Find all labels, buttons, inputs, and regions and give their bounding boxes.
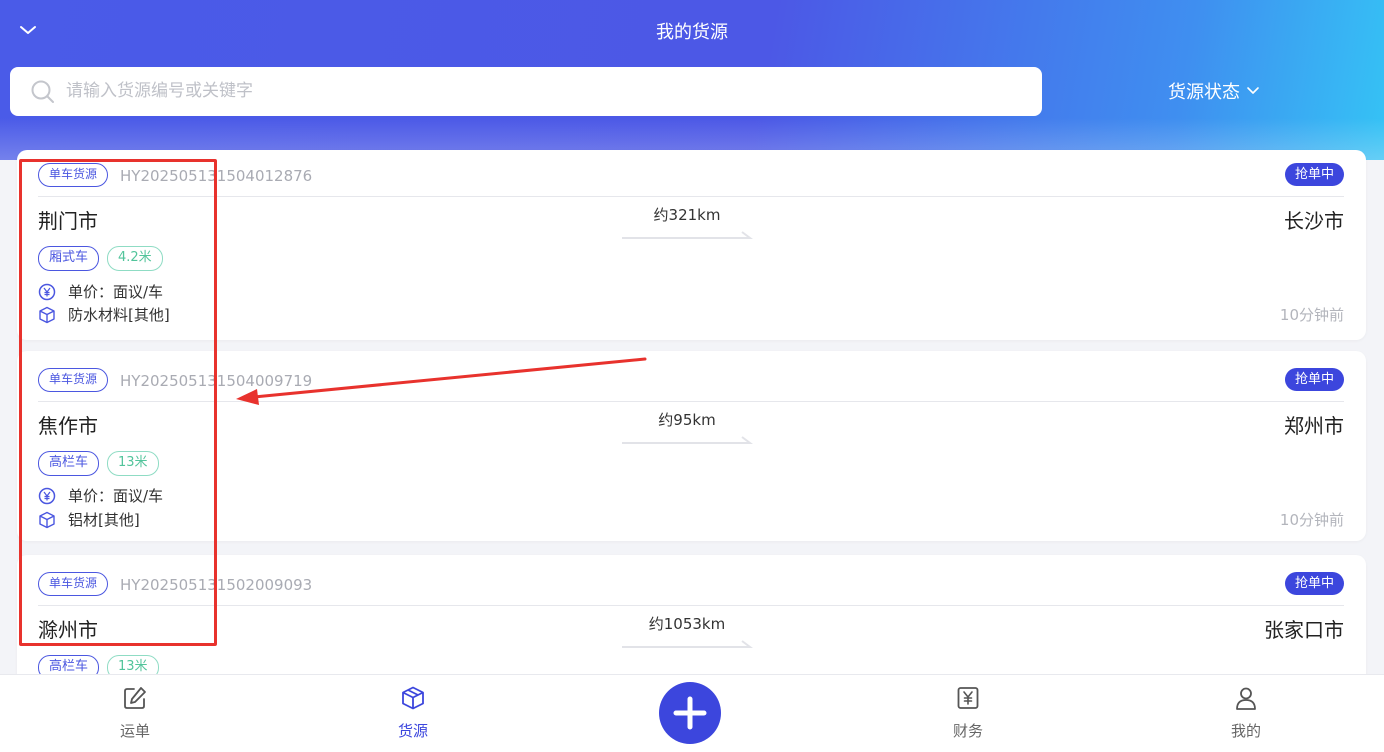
page-title: 我的货源: [656, 22, 728, 43]
destination-city: 张家口市: [1264, 618, 1344, 642]
truck-length-tag: 4.2米: [107, 246, 163, 271]
source-tag: 单车货源: [38, 163, 109, 187]
divider: [38, 605, 1344, 606]
price-text: 单价：面议/车: [68, 487, 164, 505]
status-badge: 抢单中: [1284, 572, 1344, 595]
plus-icon: [673, 696, 707, 730]
goods-row: 防水材料[其他]: [38, 304, 170, 325]
divider: [38, 401, 1344, 402]
status-filter-label: 货源状态: [1168, 82, 1240, 103]
yen-icon: [957, 687, 979, 709]
chevron-down-icon: [1247, 87, 1259, 94]
status-badge: 抢单中: [1284, 163, 1344, 186]
cargo-card[interactable]: 单车货源 HY202505131504009719 抢单中 焦作市 约95km …: [17, 351, 1366, 541]
truck-type-tag: 高栏车: [38, 451, 100, 476]
distance: 约1053km: [648, 615, 726, 633]
origin-city: 滁州市: [38, 618, 98, 642]
cargo-card[interactable]: 单车货源 HY202505131504012876 抢单中 荆门市 约321km…: [17, 150, 1366, 340]
tab-label: 运单: [119, 722, 150, 740]
goods-text: 防水材料[其他]: [68, 306, 170, 324]
origin-city: 荆门市: [38, 209, 98, 233]
source-tag: 单车货源: [38, 572, 109, 596]
goods-text: 铝材[其他]: [68, 511, 140, 529]
time-ago: 10分钟前: [1279, 306, 1344, 324]
yen-circle-icon: [38, 487, 56, 504]
tab-mine[interactable]: 我的: [1196, 685, 1296, 741]
price-row: 单价：面议/车: [38, 485, 163, 506]
truck-type-tag: 厢式车: [38, 246, 100, 271]
search-input[interactable]: [66, 75, 1006, 107]
bottom-tab-bar: 运单 货源 财务 我的: [0, 674, 1384, 752]
divider: [38, 196, 1344, 197]
route-arrow-icon: [622, 436, 753, 444]
cargo-number: HY202505131504012876: [120, 167, 313, 185]
goods-row: 铝材[其他]: [38, 509, 140, 530]
origin-city: 焦作市: [38, 414, 98, 438]
add-button[interactable]: [659, 682, 721, 744]
edit-icon: [124, 687, 146, 709]
price-row: 单价：面议/车: [38, 281, 163, 302]
user-icon: [1236, 687, 1256, 710]
tab-finance[interactable]: 财务: [918, 685, 1018, 741]
time-ago: 10分钟前: [1279, 511, 1344, 529]
truck-length-tag: 13米: [107, 451, 159, 476]
route-arrow-icon: [622, 640, 753, 648]
tab-waybill[interactable]: 运单: [85, 685, 185, 741]
route-arrow-icon: [622, 231, 753, 239]
tab-label: 财务: [952, 722, 983, 740]
search-icon: [31, 80, 54, 103]
destination-city: 郑州市: [1284, 414, 1344, 438]
status-filter-dropdown[interactable]: 货源状态: [1168, 78, 1260, 104]
source-tag: 单车货源: [38, 368, 109, 392]
box-icon: [402, 686, 424, 710]
tab-cargo-source[interactable]: 货源: [363, 685, 463, 741]
package-icon: [39, 306, 55, 323]
package-icon: [39, 511, 55, 528]
cargo-number: HY202505131504009719: [120, 372, 313, 390]
yen-circle-icon: [38, 283, 56, 300]
distance: 约95km: [658, 411, 716, 429]
search-box[interactable]: [10, 67, 1042, 116]
status-badge: 抢单中: [1284, 368, 1344, 391]
destination-city: 长沙市: [1284, 209, 1344, 233]
price-text: 单价：面议/车: [68, 283, 164, 301]
tab-label: 我的: [1230, 722, 1261, 740]
cargo-card[interactable]: 单车货源 HY202505131502009093 抢单中 滁州市 约1053k…: [17, 555, 1366, 685]
cargo-number: HY202505131502009093: [120, 576, 313, 594]
tab-label: 货源: [397, 722, 428, 740]
distance: 约321km: [653, 206, 721, 224]
